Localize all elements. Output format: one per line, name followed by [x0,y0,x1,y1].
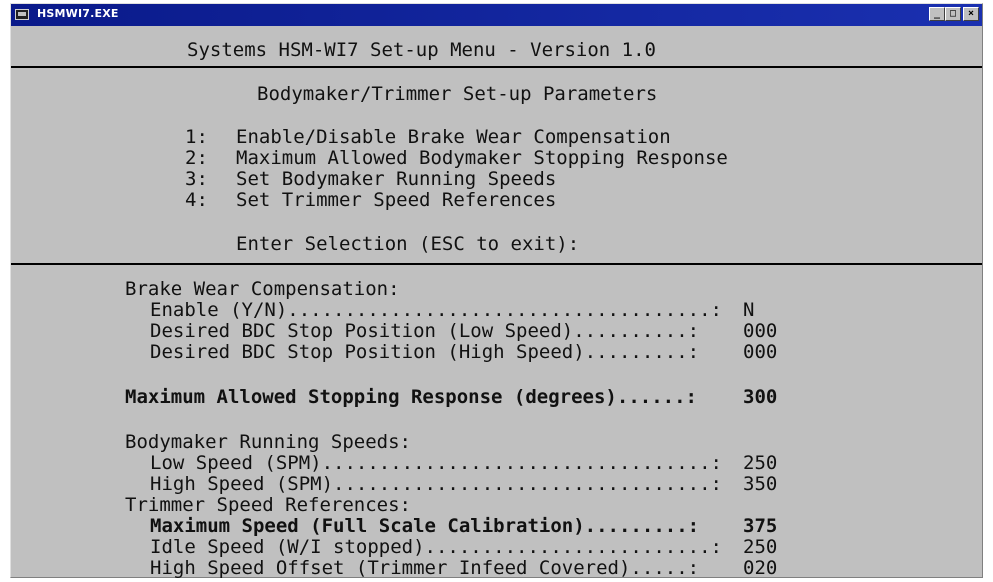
menu-item-1-label[interactable]: Enable/Disable Brake Wear Compensation [236,127,671,147]
brake-enable-value: N [743,299,755,321]
menu-item-1-key: 1: [185,126,208,148]
max-speed-value: 375 [743,515,778,537]
close-button[interactable]: × [963,7,979,21]
divider-bottom [11,263,982,265]
bdc-low-label: Desired BDC Stop Position (Low Speed)...… [150,320,700,342]
selection-prompt[interactable]: Enter Selection (ESC to exit): [236,234,579,254]
speed-offset-value: 020 [743,557,778,579]
window-controls: _ □ × [929,7,979,21]
console-area[interactable]: Systems HSM-WI7 Set-up Menu - Version 1.… [11,26,982,579]
menu-title: Systems HSM-WI7 Set-up Menu - Version 1.… [187,39,656,61]
menu-heading: Bodymaker/Trimmer Set-up Parameters [257,83,658,105]
menu-item-2-key: 2: [185,147,208,169]
idle-speed-value: 250 [743,536,778,558]
high-speed-value: 350 [743,473,778,495]
divider-top [11,66,982,68]
stopping-response-label: Maximum Allowed Stopping Response (degre… [125,386,697,408]
stopping-response-value: 300 [743,386,778,408]
menu-item-4-label[interactable]: Set Trimmer Speed References [236,190,556,210]
bdc-low-value: 000 [743,320,778,342]
menu-item-3-key: 3: [185,168,208,190]
menu-item-3-label[interactable]: Set Bodymaker Running Speeds [236,169,556,189]
trimmer-heading: Trimmer Speed References: [125,494,411,516]
minimize-button[interactable]: _ [929,7,945,21]
console-app-icon [15,9,29,20]
window-title: HSMWI7.EXE [37,7,119,20]
bdc-high-value: 000 [743,341,778,363]
bodymaker-heading: Bodymaker Running Speeds: [125,431,411,453]
high-speed-label: High Speed (SPM)........................… [150,473,722,495]
speed-offset-label: High Speed Offset (Trimmer Infeed Covere… [150,557,700,579]
bdc-high-label: Desired BDC Stop Position (High Speed)..… [150,341,700,363]
low-speed-label: Low Speed (SPM).........................… [150,452,722,474]
brake-enable-label: Enable (Y/N)............................… [150,299,722,321]
menu-item-4-key: 4: [185,189,208,211]
console-window: HSMWI7.EXE _ □ × Systems HSM-WI7 Set-up … [10,3,983,578]
max-speed-label: Maximum Speed (Full Scale Calibration)..… [150,515,700,537]
maximize-button[interactable]: □ [945,7,961,21]
brake-heading: Brake Wear Compensation: [125,278,400,300]
title-bar[interactable]: HSMWI7.EXE _ □ × [11,4,982,26]
idle-speed-label: Idle Speed (W/I stopped)................… [150,536,722,558]
low-speed-value: 250 [743,452,778,474]
menu-item-2-label[interactable]: Maximum Allowed Bodymaker Stopping Respo… [236,148,728,168]
